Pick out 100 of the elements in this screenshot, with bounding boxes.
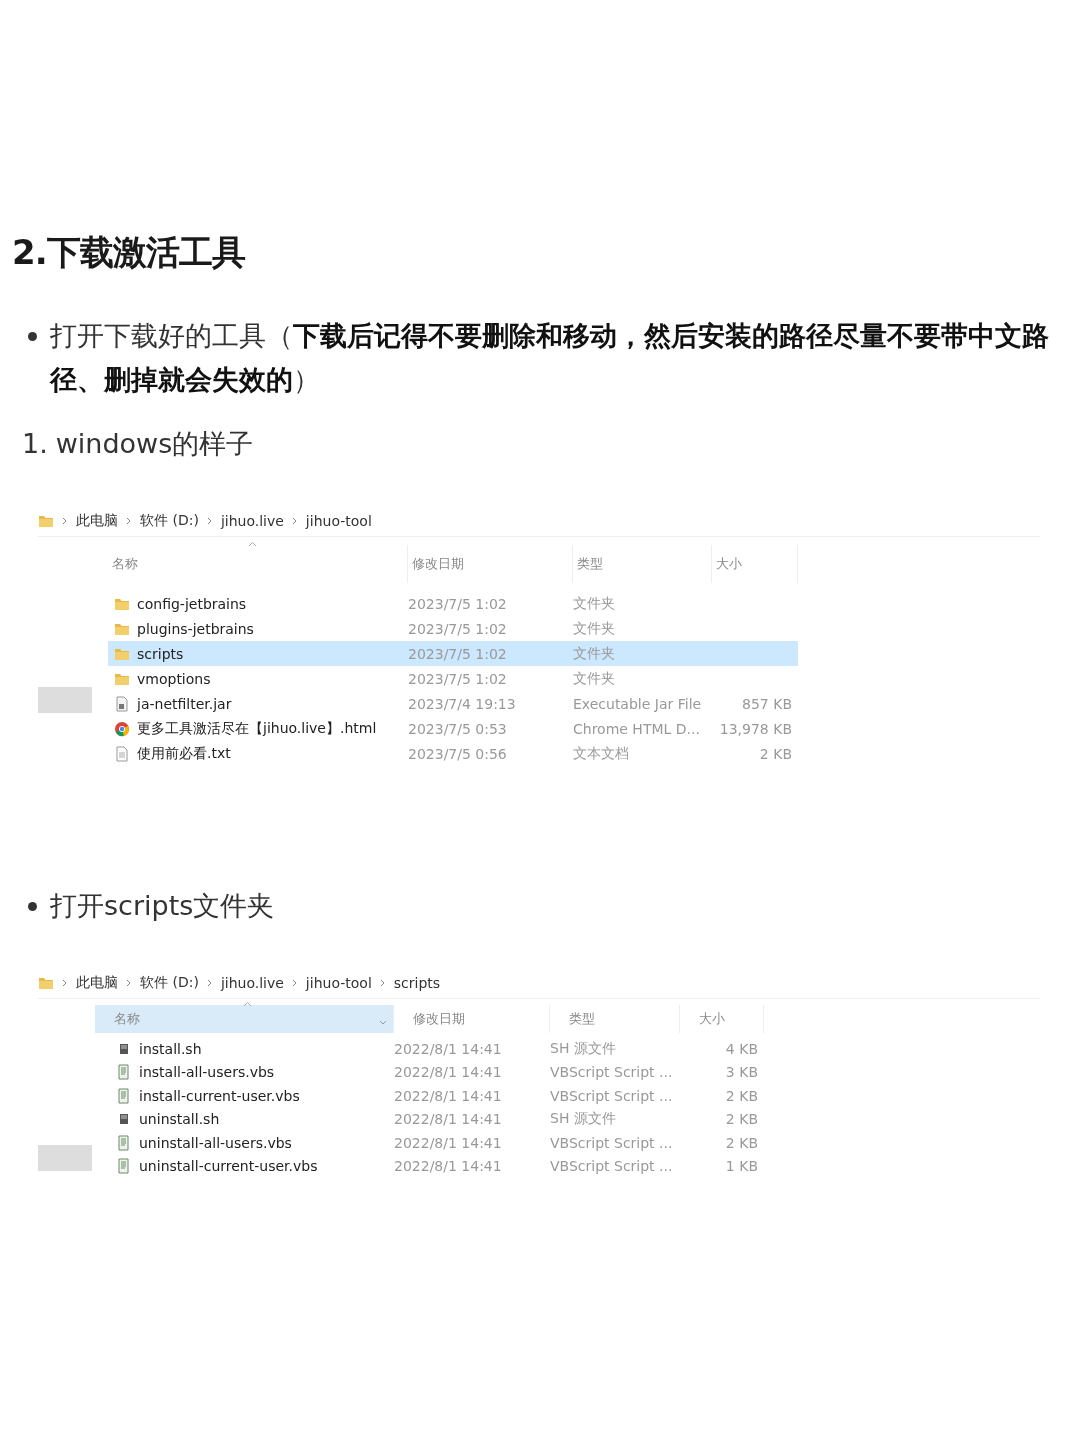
chevron-icon xyxy=(379,979,386,987)
file-name: install-current-user.vbs xyxy=(139,1087,300,1104)
type-cell-text: 文件夹 xyxy=(573,594,616,613)
file-row[interactable]: install-current-user.vbs 2022/8/1 14:41 VBScript Script ... 2 KB xyxy=(95,1084,764,1108)
breadcrumb-item[interactable]: jihuo.live xyxy=(220,513,284,529)
date-cell-text: 2022/8/1 14:41 xyxy=(394,1158,503,1175)
browser-icon xyxy=(114,720,130,737)
script-file-icon xyxy=(116,1134,132,1151)
redaction-block xyxy=(38,687,92,713)
file-name: 更多工具激活尽在【jihuo.live】.html xyxy=(137,719,377,738)
file-row[interactable]: 使用前必看.txt 2023/7/5 0:56 文本文档 2 KB xyxy=(108,741,798,766)
column-header[interactable]: 修改日期 xyxy=(408,545,573,583)
file-row[interactable]: install.sh 2022/8/1 14:41 SH 源文件 4 KB xyxy=(95,1037,764,1061)
size-cell-text: 2 KB xyxy=(724,1087,759,1104)
file-row[interactable]: ja-netfilter.jar 2023/7/4 19:13 Executable Jar File 857 KB xyxy=(108,691,798,716)
size-cell-text: 2 KB xyxy=(758,745,793,762)
list-text: windows的样子 xyxy=(55,427,254,461)
date-cell-text: 2023/7/5 1:02 xyxy=(408,645,508,662)
file-name: uninstall-current-user.vbs xyxy=(139,1158,318,1175)
dropdown-icon[interactable] xyxy=(379,1020,387,1026)
file-row[interactable]: uninstall.sh 2022/8/1 14:41 SH 源文件 2 KB xyxy=(95,1107,764,1131)
file-row[interactable]: install-all-users.vbs 2022/8/1 14:41 VBScript Script ... 3 KB xyxy=(95,1060,764,1084)
date-cell-text: 2022/8/1 14:41 xyxy=(394,1087,503,1104)
breadcrumb-item[interactable]: jihuo-tool xyxy=(305,975,372,991)
breadcrumb-item[interactable]: 此电脑 xyxy=(76,974,118,992)
type-cell-text: VBScript Script ... xyxy=(550,1134,674,1151)
sort-caret-icon xyxy=(248,541,257,547)
type-cell-text: 文件夹 xyxy=(573,669,616,688)
script-file-icon xyxy=(116,1064,132,1081)
file-name: vmoptions xyxy=(137,670,211,687)
file-row[interactable]: scripts 2023/7/5 1:02 文件夹 xyxy=(108,641,798,666)
file-name: uninstall-all-users.vbs xyxy=(139,1134,292,1151)
file-row[interactable]: uninstall-current-user.vbs 2022/8/1 14:41 VBScript Script ... 1 KB xyxy=(95,1154,764,1178)
chevron-icon xyxy=(62,979,68,987)
date-cell-text: 2023/7/4 19:13 xyxy=(408,695,517,712)
type-cell-text: Executable Jar File xyxy=(573,695,703,712)
chevron-icon xyxy=(126,517,132,525)
file-name: install.sh xyxy=(139,1040,202,1057)
folder-icon xyxy=(38,975,54,991)
breadcrumb-item[interactable]: 此电脑 xyxy=(76,512,118,530)
column-header[interactable]: 大小 xyxy=(712,545,798,583)
column-header[interactable]: 名称 xyxy=(108,545,408,583)
file-name: 使用前必看.txt xyxy=(137,744,231,763)
date-cell-text: 2023/7/5 1:02 xyxy=(408,595,508,612)
chevron-icon xyxy=(206,517,213,525)
jar-file-icon xyxy=(114,695,130,712)
file-name: scripts xyxy=(137,645,184,662)
type-cell-text: 文本文档 xyxy=(573,744,630,763)
column-header[interactable]: 大小 xyxy=(680,1005,764,1033)
chevron-icon xyxy=(126,979,132,987)
breadcrumb-item[interactable]: 软件 (D:) xyxy=(140,974,199,992)
size-cell-text: 1 KB xyxy=(724,1158,759,1175)
script-file-icon xyxy=(116,1158,132,1175)
date-cell-text: 2022/8/1 14:41 xyxy=(394,1134,503,1151)
file-row[interactable]: plugins-jetbrains 2023/7/5 1:02 文件夹 xyxy=(108,616,798,641)
folder-icon xyxy=(38,513,54,529)
script-file-icon xyxy=(116,1087,132,1104)
date-cell-text: 2023/7/5 1:02 xyxy=(408,670,508,687)
file-name: install-all-users.vbs xyxy=(139,1064,275,1081)
date-cell-text: 2023/7/5 0:53 xyxy=(408,720,508,737)
file-name: ja-netfilter.jar xyxy=(137,695,232,712)
file-name: uninstall.sh xyxy=(139,1111,220,1128)
type-cell-text: VBScript Script ... xyxy=(550,1087,674,1104)
chevron-icon xyxy=(291,517,298,525)
file-name: plugins-jetbrains xyxy=(137,620,254,637)
breadcrumb-item[interactable]: 软件 (D:) xyxy=(140,512,199,530)
bullet-text: 打开scripts文件夹 xyxy=(50,889,276,923)
file-row[interactable]: vmoptions 2023/7/5 1:02 文件夹 xyxy=(108,666,798,691)
date-cell-text: 2023/7/5 0:56 xyxy=(408,745,508,762)
type-cell-text: 文件夹 xyxy=(573,644,616,663)
column-header[interactable]: 修改日期 xyxy=(394,1005,550,1033)
sort-caret-icon xyxy=(243,1001,252,1007)
file-row[interactable]: config-jetbrains 2023/7/5 1:02 文件夹 xyxy=(108,591,798,616)
breadcrumb-item[interactable]: scripts xyxy=(393,975,441,991)
size-cell-text: 857 KB xyxy=(741,695,793,712)
type-cell-text: Chrome HTML D... xyxy=(573,720,701,737)
column-header[interactable]: 类型 xyxy=(550,1005,680,1033)
chevron-icon xyxy=(206,979,213,987)
bullet-dot xyxy=(28,902,37,911)
size-cell-text: 2 KB xyxy=(724,1111,759,1128)
chevron-icon xyxy=(291,979,298,987)
text-file-icon xyxy=(114,745,130,762)
bullet-text: 打开下载好的工具（下载后记得不要删除和移动，然后安装的路径尽量不要带中文路径、删掉就会失效的） xyxy=(50,319,1050,397)
date-cell-text: 2023/7/5 1:02 xyxy=(408,620,508,637)
size-cell-text: 2 KB xyxy=(724,1134,759,1151)
column-header[interactable]: 类型 xyxy=(573,545,712,583)
redaction-block xyxy=(38,1145,92,1171)
file-row[interactable]: uninstall-all-users.vbs 2022/8/1 14:41 VBScript Script ... 2 KB xyxy=(95,1131,764,1155)
breadcrumb-item[interactable]: jihuo.live xyxy=(220,975,284,991)
size-cell-text: 3 KB xyxy=(724,1064,759,1081)
size-cell-text: 4 KB xyxy=(724,1040,759,1057)
file-row[interactable]: 更多工具激活尽在【jihuo.live】.html 2023/7/5 0:53 Chrome HTML D... 13,978 KB xyxy=(108,716,798,741)
type-cell-text: VBScript Script ... xyxy=(550,1064,674,1081)
size-cell-text: 13,978 KB xyxy=(718,720,793,737)
type-cell-text: 文件夹 xyxy=(573,619,616,638)
type-cell-text: VBScript Script ... xyxy=(550,1158,674,1175)
file-name: config-jetbrains xyxy=(137,595,247,612)
date-cell-text: 2022/8/1 14:41 xyxy=(394,1040,503,1057)
bullet-dot xyxy=(28,332,37,341)
breadcrumb-item[interactable]: jihuo-tool xyxy=(305,513,372,529)
